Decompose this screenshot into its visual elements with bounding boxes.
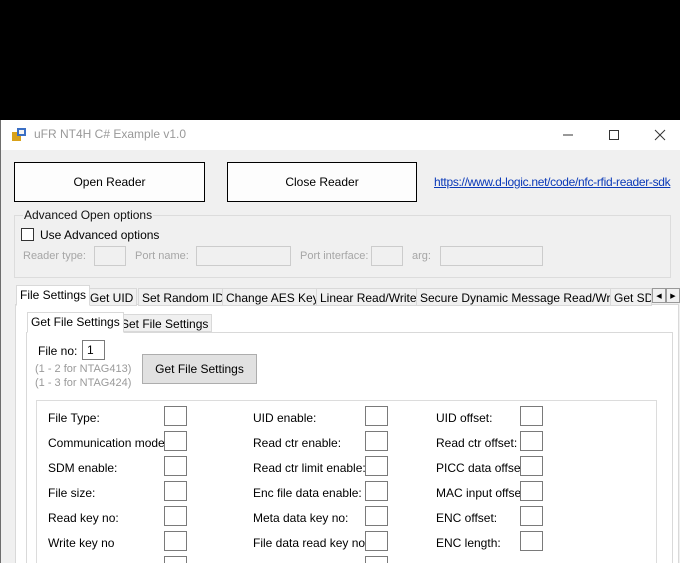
picc-data-offset-label: PICC data offset: [436,461,528,475]
reader-type-label: Reader type: [23,250,86,262]
enc-length-field[interactable] [520,531,543,551]
enc-offset-label: ENC offset: [436,511,498,525]
tab-get-sd[interactable]: Get SD [610,288,652,306]
file-data-read-key-no-field[interactable] [365,531,388,551]
file-data-read-key-no-label: File data read key no: [253,536,369,550]
app-window: uFR NT4H C# Example v1.0 Open Reader Clo… [0,120,680,563]
get-file-settings-button[interactable]: Get File Settings [142,354,257,384]
subtab-get-file-settings[interactable]: Get File Settings [27,312,124,333]
partial-field-col1[interactable] [164,556,187,563]
uid-offset-label: UID offset: [436,411,493,425]
arg-input[interactable] [440,246,543,266]
tab-get-uid[interactable]: Get UID [86,288,138,306]
picc-data-offset-field[interactable] [520,456,543,476]
sdm-enable-field[interactable] [164,456,187,476]
file-type-field[interactable] [164,406,187,426]
tab-linear-read-write[interactable]: Linear Read/Write [316,288,421,306]
write-key-no-field[interactable] [164,531,187,551]
communication-mode-label: Communication mode: [48,436,169,450]
advanced-options-caption: Advanced Open options [23,208,154,222]
enc-length-label: ENC length: [436,536,501,550]
reader-type-input[interactable] [94,246,126,266]
close-reader-button[interactable]: Close Reader [227,162,417,202]
app-icon [12,127,27,142]
tab-file-settings[interactable]: File Settings [16,285,91,306]
port-interface-label: Port interface: [300,250,369,262]
sdk-link[interactable]: https://www.d-logic.net/code/nfc-rfid-re… [434,175,671,189]
read-key-no-field[interactable] [164,506,187,526]
file-no-input[interactable]: 1 [82,340,105,360]
uid-enable-field[interactable] [365,406,388,426]
read-ctr-limit-enable-field[interactable] [365,456,388,476]
title-bar[interactable]: uFR NT4H C# Example v1.0 [1,120,680,150]
write-key-no-label: Write key no [48,536,115,550]
close-button[interactable] [637,120,680,150]
port-name-label: Port name: [135,250,189,262]
meta-data-key-no-field[interactable] [365,506,388,526]
read-ctr-enable-label: Read ctr enable: [253,436,342,450]
port-name-input[interactable] [196,246,291,266]
hint-ntag413: (1 - 2 for NTAG413) [35,363,132,375]
enc-file-data-enable-label: Enc file data enable: [253,486,362,500]
uid-offset-field[interactable] [520,406,543,426]
window-title: uFR NT4H C# Example v1.0 [34,127,187,141]
maximize-button[interactable] [591,120,637,150]
tab-set-random-id[interactable]: Set Random ID [138,288,229,306]
port-interface-input[interactable] [371,246,403,266]
open-reader-button[interactable]: Open Reader [14,162,205,202]
read-ctr-offset-label: Read ctr offset: [436,436,518,450]
file-type-label: File Type: [48,411,100,425]
tab-scroll-right-icon[interactable]: ▶ [666,288,680,303]
meta-data-key-no-label: Meta data key no: [253,511,349,525]
tab-change-aes-key[interactable]: Change AES Key [222,288,323,306]
tab-scroll-left-icon[interactable]: ◀ [652,288,666,303]
file-size-field[interactable] [164,481,187,501]
read-ctr-offset-field[interactable] [520,431,543,451]
mac-input-offset-field[interactable] [520,481,543,501]
sdm-enable-label: SDM enable: [48,461,118,475]
partial-field-col2[interactable] [365,556,388,563]
minimize-button[interactable] [545,120,591,150]
uid-enable-label: UID enable: [253,411,317,425]
arg-label: arg: [412,250,431,262]
file-size-label: File size: [48,486,96,500]
hint-ntag424: (1 - 3 for NTAG424) [35,377,132,389]
tab-secure-dynamic-message[interactable]: Secure Dynamic Message Read/Write [416,288,628,306]
subtab-set-file-settings[interactable]: Set File Settings [117,314,213,332]
file-no-label: File no: [38,344,78,358]
mac-input-offset-label: MAC input offset: [436,486,528,500]
communication-mode-field[interactable] [164,431,187,451]
enc-file-data-enable-field[interactable] [365,481,388,501]
read-key-no-label: Read key no: [48,511,119,525]
use-advanced-checkbox[interactable] [21,228,34,241]
read-ctr-enable-field[interactable] [365,431,388,451]
read-ctr-limit-enable-label: Read ctr limit enable: [253,461,366,475]
enc-offset-field[interactable] [520,506,543,526]
use-advanced-label: Use Advanced options [40,228,160,242]
